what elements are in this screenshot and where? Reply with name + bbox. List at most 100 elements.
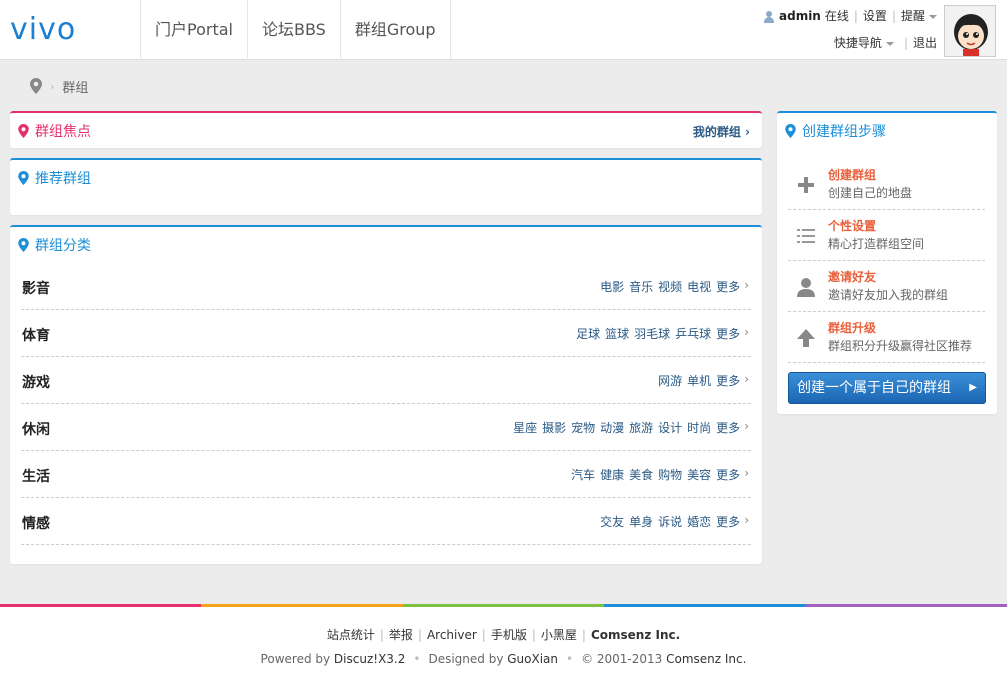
- category-sub-link[interactable]: 购物: [658, 466, 682, 483]
- category-sub-link[interactable]: 设计: [658, 419, 682, 436]
- footer-copyright: Powered by Discuz!X3.2 • Designed by GuoXi…: [260, 652, 747, 666]
- category-name[interactable]: 生活: [22, 466, 50, 486]
- designer-link[interactable]: GuoXian: [507, 652, 558, 666]
- step-title[interactable]: 个性设置: [828, 217, 876, 234]
- list-icon: [797, 229, 815, 243]
- footer-link-blacklist[interactable]: 小黑屋: [541, 628, 577, 642]
- category-more-link[interactable]: 更多: [716, 372, 740, 389]
- footer-links: 站点统计 | 举报 | Archiver | 手机版 | 小黑屋 | Comsenz Inc.: [326, 628, 681, 642]
- category-sub-link[interactable]: 交友: [600, 513, 624, 530]
- step-title[interactable]: 邀请好友: [828, 268, 876, 285]
- category-sub-link[interactable]: 摄影: [542, 419, 566, 436]
- step-customize: 个性设置 精心打造群组空间: [788, 210, 985, 261]
- category-sub-link[interactable]: 单机: [687, 372, 711, 389]
- category-sub-link[interactable]: 篮球: [605, 325, 629, 342]
- footer-link-archiver[interactable]: Archiver: [427, 628, 477, 642]
- chevron-right-icon: ›: [744, 372, 749, 386]
- recommend-title: 推荐群组: [35, 171, 91, 187]
- avatar[interactable]: [944, 5, 996, 57]
- recommend-groups-panel: 推荐群组: [10, 158, 762, 215]
- breadcrumb-current[interactable]: 群组: [62, 77, 88, 96]
- discuz-version: X3.2: [378, 652, 406, 666]
- chevron-right-icon: ›: [744, 278, 749, 292]
- category-sub-link[interactable]: 动漫: [600, 419, 624, 436]
- username-link[interactable]: admin: [779, 8, 821, 25]
- category-more-link[interactable]: 更多: [716, 278, 740, 295]
- location-pin-icon: [18, 171, 29, 185]
- location-pin-icon: [18, 238, 29, 252]
- footer-company[interactable]: Comsenz Inc.: [591, 628, 680, 642]
- category-more-link[interactable]: 更多: [716, 325, 740, 342]
- category-more-link[interactable]: 更多: [716, 466, 740, 483]
- discuz-link[interactable]: Discuz!: [334, 652, 378, 666]
- step-title[interactable]: 创建群组: [828, 166, 876, 183]
- footer-link-stats[interactable]: 站点统计: [327, 628, 375, 642]
- category-sub-link[interactable]: 单身: [629, 513, 653, 530]
- category-sub-link[interactable]: 电视: [687, 278, 711, 295]
- category-sub-link[interactable]: 星座: [513, 419, 537, 436]
- step-desc: 精心打造群组空间: [828, 237, 925, 251]
- category-sub-link[interactable]: 时尚: [687, 419, 711, 436]
- logout-link[interactable]: 退出: [913, 35, 937, 52]
- settings-link[interactable]: 设置: [863, 8, 887, 25]
- focus-title: 群组焦点: [35, 124, 91, 140]
- footer-link-report[interactable]: 举报: [389, 628, 413, 642]
- my-groups-label: 我的群组: [692, 125, 741, 139]
- chevron-down-icon[interactable]: [885, 41, 894, 46]
- my-groups-link[interactable]: 我的群组 ›: [693, 123, 750, 140]
- category-links: 交友 单身 诉说 婚恋 更多 ›: [595, 513, 749, 530]
- category-sub-link[interactable]: 美容: [687, 466, 711, 483]
- category-sub-link[interactable]: 乒乓球: [675, 325, 711, 342]
- logo-text: vivo: [10, 14, 76, 44]
- category-name[interactable]: 休闲: [22, 419, 50, 439]
- powered-by-text: Powered by: [260, 652, 334, 666]
- category-links: 足球 篮球 羽毛球 乒乓球 更多 ›: [571, 325, 749, 342]
- step-title[interactable]: 群组升级: [828, 319, 876, 336]
- copyright-company[interactable]: Comsenz Inc.: [666, 652, 746, 666]
- category-row: 体育 足球 篮球 羽毛球 乒乓球 更多 ›: [21, 310, 751, 357]
- category-more-link[interactable]: 更多: [716, 419, 740, 436]
- category-more-link[interactable]: 更多: [716, 513, 740, 530]
- designed-by-text: Designed by: [428, 652, 508, 666]
- panel-title: 群组焦点: [18, 121, 91, 141]
- category-name[interactable]: 体育: [22, 325, 50, 345]
- up-arrow-icon: [797, 329, 815, 347]
- category-sub-link[interactable]: 音乐: [629, 278, 653, 295]
- category-sub-link[interactable]: 宠物: [571, 419, 595, 436]
- location-pin-icon: [18, 124, 29, 138]
- vivo-logo[interactable]: vivo: [10, 14, 106, 44]
- category-name[interactable]: 影音: [22, 278, 50, 298]
- chevron-right-icon: ›: [744, 513, 749, 527]
- category-sub-link[interactable]: 电影: [600, 278, 624, 295]
- category-sub-link[interactable]: 网游: [658, 372, 682, 389]
- nav-group[interactable]: 群组Group: [339, 0, 451, 60]
- divider: |: [903, 36, 908, 50]
- category-name[interactable]: 游戏: [22, 372, 50, 392]
- category-sub-link[interactable]: 视频: [658, 278, 682, 295]
- panel-title: 群组分类: [18, 235, 91, 255]
- panel-title: 推荐群组: [18, 168, 91, 188]
- remind-link[interactable]: 提醒: [901, 8, 925, 25]
- category-name[interactable]: 情感: [22, 513, 50, 533]
- panel-title: 创建群组步骤: [785, 121, 886, 141]
- category-row: 生活 汽车 健康 美食 购物 美容 更多 ›: [21, 451, 751, 498]
- chevron-down-icon[interactable]: [929, 14, 937, 19]
- nav-bbs[interactable]: 论坛BBS: [246, 0, 340, 60]
- category-sub-link[interactable]: 美食: [629, 466, 653, 483]
- category-sub-link[interactable]: 诉说: [658, 513, 682, 530]
- category-title: 群组分类: [35, 238, 91, 254]
- location-pin-icon[interactable]: [30, 78, 42, 94]
- quick-nav-link[interactable]: 快捷导航: [834, 35, 882, 52]
- create-group-button[interactable]: 创建一个属于自己的群组 ▶: [788, 372, 986, 404]
- footer-link-mobile[interactable]: 手机版: [491, 628, 527, 642]
- category-sub-link[interactable]: 汽车: [571, 466, 595, 483]
- category-sub-link[interactable]: 羽毛球: [634, 325, 670, 342]
- category-sub-link[interactable]: 足球: [576, 325, 600, 342]
- online-status: 在线: [824, 9, 849, 23]
- nav-portal[interactable]: 门户Portal: [140, 0, 247, 60]
- category-sub-link[interactable]: 婚恋: [687, 513, 711, 530]
- category-sub-link[interactable]: 健康: [600, 466, 624, 483]
- create-steps-panel: 创建群组步骤 创建群组 创建自己的地盘 个性设置 精心打造群组空间 邀请好友 邀…: [777, 111, 997, 414]
- category-sub-link[interactable]: 旅游: [629, 419, 653, 436]
- category-links: 网游 单机 更多 ›: [653, 372, 749, 389]
